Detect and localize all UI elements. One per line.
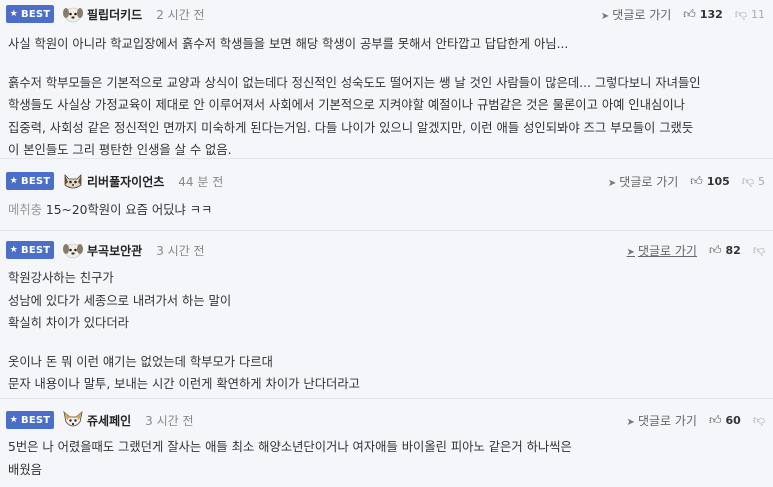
- send-icon: ➤: [626, 246, 635, 258]
- comment-item: ★ BEST 필립더키드 2 시간 전 ➤ 댓글로 가기 👍︎ 132 👎︎ 11 …: [0, 0, 773, 159]
- send-icon: ➤: [607, 177, 617, 189]
- reply-link[interactable]: ➤ 댓글로 가기: [627, 412, 697, 429]
- comment-item: ★ BEST 쥬세페인 3 시간 전 ➤ 댓글로 가기 👍︎ 60 👎︎ 5번은 나…: [0, 399, 773, 487]
- thumbs-down-icon[interactable]: 👎︎: [735, 7, 747, 22]
- mention-prefix: 메취충: [8, 203, 42, 217]
- dog-avatar[interactable]: [62, 410, 84, 430]
- thumbs-up-icon[interactable]: 👍︎: [683, 7, 696, 22]
- like-count: 132: [699, 7, 723, 21]
- reply-link[interactable]: ➤ 댓글로 가기: [601, 6, 671, 23]
- send-icon: ➤: [600, 10, 610, 22]
- comment-actions: ➤ 댓글로 가기 👍︎ 60 👎︎: [627, 410, 765, 430]
- reply-link[interactable]: ➤ 댓글로 가기: [608, 173, 678, 190]
- like-count: 60: [725, 413, 741, 427]
- cat-avatar[interactable]: [62, 171, 84, 191]
- star-icon: ★: [9, 415, 18, 425]
- best-badge: ★ BEST: [6, 172, 54, 190]
- comment-body: 사실 학원이 아니라 학교입장에서 흙수저 학생들을 보면 해당 학생이 공부를…: [8, 37, 701, 157]
- comment-body: 학원강사하는 친구가 성남에 있다가 세종으로 내려가서 하는 말이 확실히 차…: [8, 271, 360, 391]
- puppy-avatar[interactable]: [62, 4, 84, 24]
- star-icon: ★: [9, 245, 18, 255]
- send-icon: ➤: [626, 416, 635, 428]
- thumbs-down-icon[interactable]: 👎︎: [753, 243, 765, 258]
- puppy-avatar[interactable]: [62, 240, 84, 260]
- like-count: 82: [725, 243, 741, 257]
- best-badge: ★ BEST: [6, 411, 54, 429]
- best-badge: ★ BEST: [6, 241, 54, 259]
- thumbs-down-icon[interactable]: 👎︎: [742, 174, 754, 189]
- comment-time: 3 시간 전: [145, 413, 194, 428]
- dislike-count: 11: [751, 7, 765, 21]
- star-icon: ★: [9, 9, 18, 19]
- comment-body: 메취충 15~20학원이 요즘 어딨냐 ㅋㅋ: [8, 203, 213, 217]
- best-badge: ★ BEST: [6, 5, 54, 23]
- comment-author[interactable]: 부곡보안관: [87, 242, 142, 259]
- comment-time: 3 시간 전: [156, 243, 205, 258]
- thumbs-up-icon[interactable]: 👍︎: [709, 413, 722, 428]
- comment-time: 2 시간 전: [156, 7, 205, 22]
- thumbs-up-icon[interactable]: 👍︎: [709, 243, 722, 258]
- comment-time: 44 분 전: [178, 174, 224, 189]
- comment-author[interactable]: 리버풀자이언츠: [87, 173, 164, 190]
- comment-body: 5번은 나 어렸을때도 그랬던게 잘사는 애들 최소 해양소년단이거나 여자애들…: [8, 440, 572, 477]
- comment-author[interactable]: 쥬세페인: [87, 412, 131, 429]
- comment-item: ★ BEST 부곡보안관 3 시간 전 ➤ 댓글로 가기 👍︎ 82 👎︎ 학원강사…: [0, 231, 773, 399]
- thumbs-up-icon[interactable]: 👍︎: [690, 174, 703, 189]
- like-count: 105: [706, 174, 730, 188]
- star-icon: ★: [9, 176, 18, 186]
- thumbs-down-icon[interactable]: 👎︎: [753, 413, 765, 428]
- comment-actions: ➤ 댓글로 가기 👍︎ 82 👎︎: [627, 240, 765, 260]
- comment-author[interactable]: 필립더키드: [87, 6, 142, 23]
- dislike-count: 5: [758, 174, 765, 188]
- comment-actions: ➤ 댓글로 가기 👍︎ 132 👎︎ 11: [601, 4, 765, 24]
- reply-link[interactable]: ➤ 댓글로 가기: [627, 242, 697, 259]
- comment-item: ★ BEST 리버풀자이언츠 44 분 전 ➤ 댓글로 가기 👍︎ 105 👎︎ 5…: [0, 159, 773, 231]
- comment-actions: ➤ 댓글로 가기 👍︎ 105 👎︎ 5: [608, 171, 765, 191]
